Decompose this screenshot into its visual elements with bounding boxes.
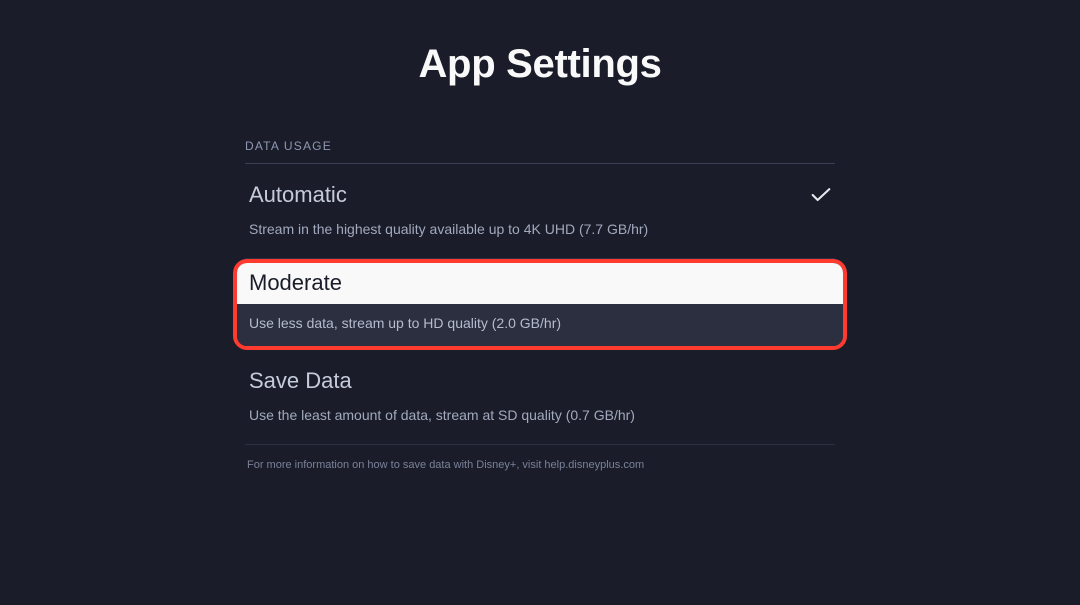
footer-note: For more information on how to save data…: [245, 459, 835, 471]
option-automatic-title: Automatic: [249, 182, 347, 208]
settings-panel: DATA USAGE Automatic Stream in the highe…: [245, 139, 835, 471]
option-automatic[interactable]: Automatic Stream in the highest quality …: [245, 164, 835, 259]
option-moderate-desc: Use less data, stream up to HD quality (…: [237, 304, 843, 346]
option-save-data-title: Save Data: [249, 368, 352, 394]
option-save-data-desc: Use the least amount of data, stream at …: [245, 406, 835, 426]
option-moderate[interactable]: Moderate Use less data, stream up to HD …: [233, 259, 847, 350]
page-title: App Settings: [418, 42, 661, 87]
section-header-data-usage: DATA USAGE: [245, 139, 835, 164]
checkmark-icon: [811, 187, 831, 203]
option-moderate-title: Moderate: [249, 270, 342, 296]
option-automatic-desc: Stream in the highest quality available …: [245, 220, 835, 240]
option-save-data[interactable]: Save Data Use the least amount of data, …: [245, 350, 835, 445]
